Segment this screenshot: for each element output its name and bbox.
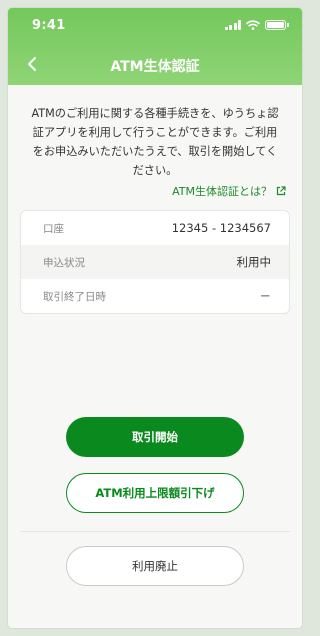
info-label: 申込状況: [43, 256, 85, 269]
page-title: ATM生体認証: [110, 59, 200, 75]
info-value: －: [259, 289, 272, 303]
info-value: 12345 - 1234567: [171, 221, 271, 235]
info-value: 利用中: [236, 255, 272, 269]
phone-screen: 9:41 ATM生体認証 ATMのご利用に関する各種手続きを、ゆうちょ認証アプリ…: [8, 8, 302, 628]
signal-icon: [224, 20, 241, 30]
info-row-end-time: 取引終了日時 －: [21, 279, 289, 313]
lower-limit-button[interactable]: ATM利用上限額引下げ: [66, 473, 244, 513]
external-link-icon: [276, 186, 286, 196]
divider: [20, 531, 290, 532]
start-transaction-button[interactable]: 取引開始: [66, 417, 244, 457]
info-row-account: 口座 12345 - 1234567: [21, 211, 289, 245]
battery-icon: [265, 20, 289, 30]
header: 9:41 ATM生体認証: [8, 8, 302, 85]
info-row-status: 申込状況 利用中: [21, 245, 289, 279]
status-icons: [224, 20, 289, 30]
info-label: 口座: [43, 222, 64, 235]
cancel-usage-button[interactable]: 利用廃止: [66, 546, 244, 586]
status-bar: 9:41: [8, 8, 302, 42]
account-info-card: 口座 12345 - 1234567 申込状況 利用中 取引終了日時 －: [20, 210, 290, 314]
help-link[interactable]: ATM生体認証とは？: [172, 183, 286, 199]
status-time: 9:41: [32, 18, 66, 33]
wifi-icon: [246, 20, 260, 30]
intro-text: ATMのご利用に関する各種手続きを、ゆうちょ認証アプリを利用して行うことができま…: [31, 107, 279, 177]
info-label: 取引終了日時: [43, 290, 106, 303]
help-link-label: ATM生体認証とは？: [172, 185, 272, 198]
